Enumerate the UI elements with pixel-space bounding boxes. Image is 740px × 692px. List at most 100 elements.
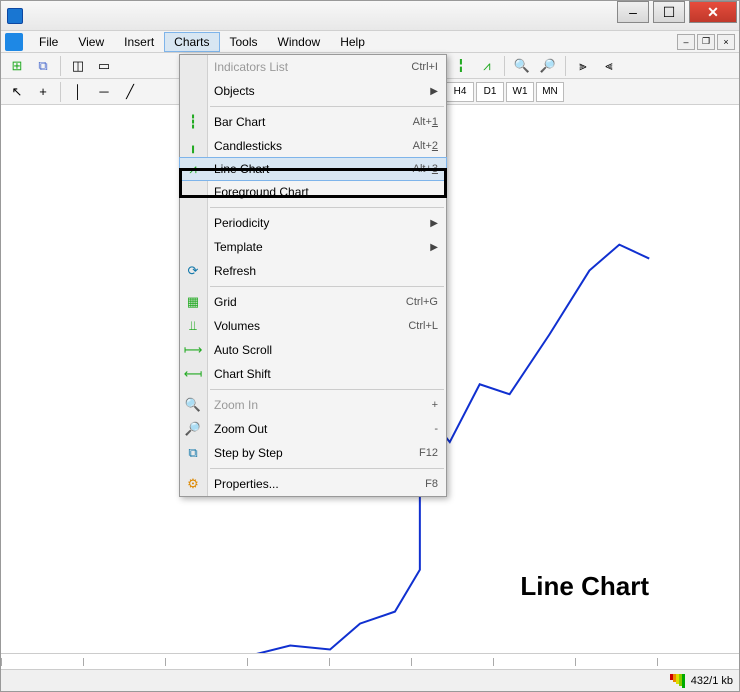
- menu-help[interactable]: Help: [330, 32, 375, 52]
- menu-item-shortcut: Alt+2: [413, 140, 438, 152]
- vline-icon: │: [74, 84, 82, 99]
- menu-separator: [210, 389, 444, 390]
- menu-item-indicators-list: Indicators ListCtrl+I: [180, 55, 446, 79]
- menu-window[interactable]: Window: [268, 32, 331, 52]
- submenu-arrow-icon: ▶: [430, 218, 438, 229]
- menu-item-label: Bar Chart: [214, 115, 413, 129]
- menu-item-label: Indicators List: [214, 60, 411, 74]
- vol-icon: ⫫: [185, 318, 201, 334]
- mdi-close-button[interactable]: ×: [717, 34, 735, 50]
- time-axis: [1, 653, 739, 669]
- submenu-arrow-icon: ▶: [430, 242, 438, 253]
- menu-view[interactable]: View: [68, 32, 114, 52]
- ruler-tick: [411, 658, 493, 666]
- candle-icon: ╏: [457, 58, 465, 74]
- menubar: File View Insert Charts Tools Window Hel…: [1, 31, 739, 53]
- menu-item-template[interactable]: Template▶: [180, 235, 446, 259]
- zoom-out-button[interactable]: 🔎: [536, 55, 560, 77]
- menu-item-auto-scroll[interactable]: ⟼Auto Scroll: [180, 338, 446, 362]
- menu-item-label: Grid: [214, 295, 406, 309]
- menu-item-label: Step by Step: [214, 446, 419, 460]
- menu-separator: [210, 207, 444, 208]
- timeframe-w1[interactable]: W1: [506, 82, 534, 102]
- menu-item-label: Line Chart: [214, 162, 413, 176]
- menu-separator: [210, 468, 444, 469]
- mdi-restore-button[interactable]: ❐: [697, 34, 715, 50]
- minimize-button[interactable]: –: [617, 1, 649, 23]
- window-icon: ◫: [72, 58, 84, 74]
- trend-icon: ╱: [126, 84, 134, 100]
- market-watch-button[interactable]: ◫: [66, 55, 90, 77]
- timeframe-d1[interactable]: D1: [476, 82, 504, 102]
- separator: [565, 56, 566, 76]
- timeframe-h4[interactable]: H4: [446, 82, 474, 102]
- menu-item-candlesticks[interactable]: ╻ CandlesticksAlt+2: [180, 134, 446, 158]
- timeframe-mn[interactable]: MN: [536, 82, 564, 102]
- close-button[interactable]: ✕: [689, 1, 737, 23]
- cursor-button[interactable]: ↖: [5, 81, 29, 103]
- menu-item-chart-shift[interactable]: ⟻ Chart Shift: [180, 362, 446, 386]
- crosshair-icon: +: [39, 84, 47, 99]
- step-icon: ⧉: [185, 445, 201, 461]
- menu-item-line-chart[interactable]: ⩘Line ChartAlt+3: [179, 157, 447, 181]
- menu-item-label: Auto Scroll: [214, 343, 438, 357]
- menu-item-properties[interactable]: ⚙Properties...F8: [180, 472, 446, 496]
- menu-item-label: Zoom Out: [214, 422, 434, 436]
- candle-icon: ╻: [185, 138, 201, 154]
- titlebar: – ☐ ✕: [1, 1, 739, 31]
- menu-item-shortcut: Ctrl+G: [406, 296, 438, 308]
- menu-item-label: Properties...: [214, 477, 425, 491]
- hline-button[interactable]: ─: [92, 81, 116, 103]
- vline-button[interactable]: │: [66, 81, 90, 103]
- maximize-button[interactable]: ☐: [653, 1, 685, 23]
- menu-item-label: Candlesticks: [214, 139, 413, 153]
- trendline-button[interactable]: ╱: [118, 81, 142, 103]
- menu-item-label: Zoom In: [214, 398, 432, 412]
- shift-icon: ⟻: [185, 366, 201, 382]
- menu-item-bar-chart[interactable]: ┇Bar ChartAlt+1: [180, 110, 446, 134]
- menu-insert[interactable]: Insert: [114, 32, 164, 52]
- zoom-out-icon: 🔎: [540, 58, 556, 74]
- menu-item-step-by-step[interactable]: ⧉Step by StepF12: [180, 441, 446, 465]
- menu-item-refresh[interactable]: ⟳ Refresh: [180, 259, 446, 283]
- candle-chart-button[interactable]: ╏: [449, 55, 473, 77]
- zoomin-icon: 🔍: [185, 397, 201, 413]
- menu-item-foreground-chart[interactable]: Foreground Chart: [180, 180, 446, 204]
- line-chart-button[interactable]: ⩘: [475, 55, 499, 77]
- menu-item-shortcut: +: [432, 399, 438, 411]
- refresh-icon: ⟳: [185, 263, 201, 279]
- menu-item-objects[interactable]: Objects▶: [180, 79, 446, 103]
- ruler-tick: [83, 658, 165, 666]
- hline-icon: ─: [99, 84, 108, 99]
- menu-file[interactable]: File: [29, 32, 68, 52]
- new-chart-button[interactable]: ⊞: [5, 55, 29, 77]
- menu-item-zoom-out[interactable]: 🔎Zoom Out-: [180, 417, 446, 441]
- menu-charts[interactable]: Charts: [164, 32, 219, 52]
- chart-type-label: Line Chart: [520, 571, 649, 602]
- profile-icon: ⧉: [38, 58, 47, 74]
- menu-item-label: Objects: [214, 84, 430, 98]
- menu-item-volumes[interactable]: ⫫VolumesCtrl+L: [180, 314, 446, 338]
- ruler-tick: [575, 658, 657, 666]
- menu-item-label: Chart Shift: [214, 367, 438, 381]
- scroll-icon: ⫸: [579, 58, 586, 74]
- menu-tools[interactable]: Tools: [220, 32, 268, 52]
- zoom-in-button[interactable]: 🔍: [510, 55, 534, 77]
- menu-separator: [210, 286, 444, 287]
- navigator-button[interactable]: ▭: [92, 55, 116, 77]
- auto-scroll-button[interactable]: ⫸: [571, 55, 595, 77]
- mdi-minimize-button[interactable]: –: [677, 34, 695, 50]
- menu-item-shortcut: -: [434, 423, 438, 435]
- menu-item-label: Refresh: [214, 264, 438, 278]
- menu-item-grid[interactable]: ▦GridCtrl+G: [180, 290, 446, 314]
- plus-icon: ⊞: [12, 58, 23, 74]
- menu-separator: [210, 106, 444, 107]
- profiles-button[interactable]: ⧉: [31, 55, 55, 77]
- menu-item-periodicity[interactable]: Periodicity▶: [180, 211, 446, 235]
- menu-item-label: Foreground Chart: [214, 185, 438, 199]
- line-icon: ⩘: [483, 58, 490, 74]
- crosshair-button[interactable]: +: [31, 81, 55, 103]
- menu-item-label: Volumes: [214, 319, 408, 333]
- chart-shift-button[interactable]: ⫷: [597, 55, 621, 77]
- menu-item-shortcut: F8: [425, 478, 438, 490]
